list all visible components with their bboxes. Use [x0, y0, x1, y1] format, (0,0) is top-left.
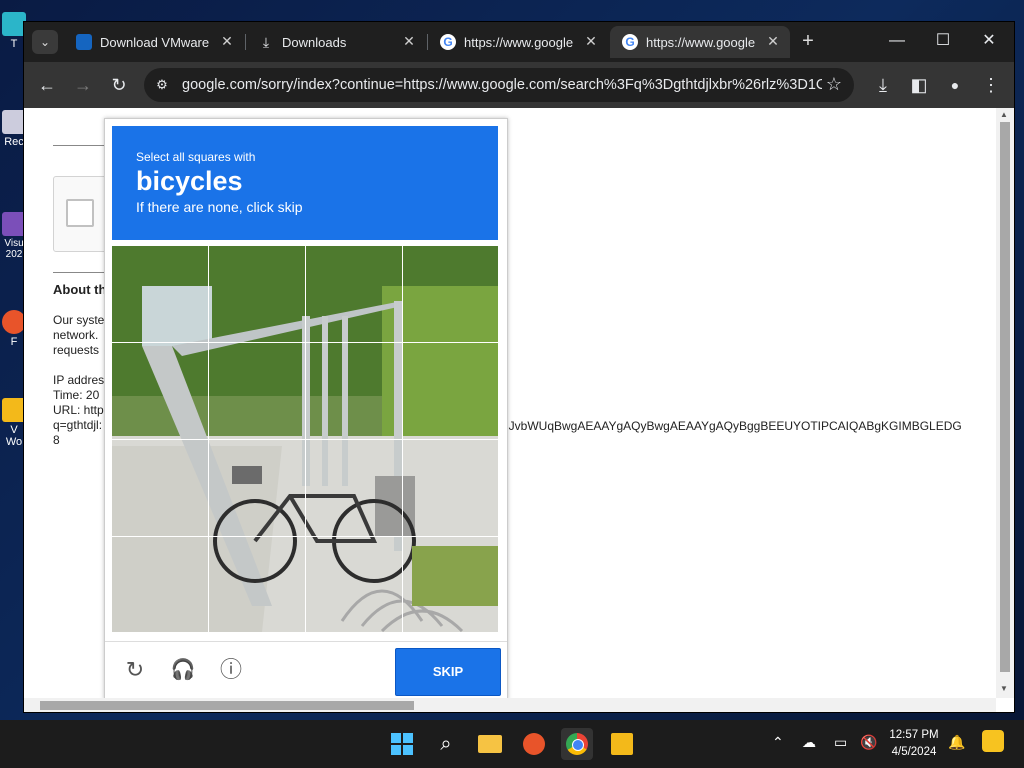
system-clock[interactable]: 12:57 PM 4/5/2024 [886, 727, 942, 761]
close-tab-icon[interactable]: ✕ [764, 32, 782, 50]
windows-taskbar: ⌕ ⌃ ☁ ▭ 🔇 12:57 PM 4/5/2024 🔔 [0, 720, 1024, 768]
recycle-bin-icon [2, 110, 26, 134]
instruction-sub: If there are none, click skip [136, 199, 303, 215]
close-tab-icon[interactable]: ✕ [218, 32, 236, 50]
side-panel-icon[interactable]: ◧ [906, 72, 932, 98]
windows-logo-icon [391, 733, 413, 755]
image-tile[interactable] [209, 440, 305, 536]
about-heading: About th [53, 282, 107, 297]
google-icon: G [440, 34, 456, 50]
reload-challenge-icon[interactable]: ↻ [121, 656, 149, 684]
back-button[interactable]: ← [34, 72, 60, 98]
bookmark-star-icon[interactable]: ☆ [826, 74, 842, 95]
vmware-workstation-icon [2, 398, 26, 422]
volume-muted-icon[interactable]: 🔇 [860, 734, 877, 751]
image-tile[interactable] [306, 343, 402, 439]
notification-bell-icon[interactable]: 🔔 [948, 734, 965, 751]
visual-studio-icon [2, 212, 26, 236]
tab-strip: ⌄ Download VMware W ✕ ⤓ Downloads ✕ G ht… [24, 22, 1014, 62]
image-tile[interactable] [403, 440, 498, 536]
challenge-header: Select all squares with bicycles If ther… [112, 126, 498, 240]
image-grid [112, 246, 498, 632]
vmware-icon [76, 34, 92, 50]
maximize-button[interactable]: ☐ [928, 28, 958, 54]
address-bar[interactable]: ⚙ google.com/sorry/index?continue=https:… [144, 68, 854, 102]
vertical-scrollbar[interactable]: ▲ ▼ [996, 108, 1014, 698]
chrome-taskbar-icon[interactable] [561, 728, 593, 760]
tab-google-active[interactable]: G https://www.google.c ✕ [610, 26, 790, 58]
image-tile[interactable] [403, 246, 498, 342]
scroll-up-arrow[interactable]: ▲ [1000, 110, 1008, 119]
reload-button[interactable]: ↻ [106, 72, 132, 98]
recaptcha-checkbox[interactable] [66, 199, 94, 227]
image-tile[interactable] [112, 537, 208, 632]
page-viewport: About th Our syste network. requests IP … [24, 108, 1014, 712]
challenge-target: bicycles [136, 166, 243, 196]
search-icon[interactable]: ⌕ [430, 728, 462, 760]
firefox-icon [2, 310, 26, 334]
forward-button[interactable]: → [70, 72, 96, 98]
url-text[interactable]: google.com/sorry/index?continue=https://… [182, 77, 822, 93]
google-icon: G [622, 34, 638, 50]
desktop-icon[interactable]: T [2, 12, 26, 50]
divider [53, 145, 105, 146]
new-tab-button[interactable]: + [796, 30, 820, 54]
image-tile[interactable] [306, 537, 402, 632]
audio-challenge-icon[interactable]: 🎧 [169, 656, 197, 684]
tab-search-button[interactable]: ⌄ [32, 30, 58, 54]
scroll-down-arrow[interactable]: ▼ [1000, 684, 1008, 693]
browser-toolbar: ← → ↻ ⚙ google.com/sorry/index?continue=… [24, 62, 1014, 108]
desktop-icon-vmware[interactable]: V Wo [2, 398, 26, 448]
request-details: IP addres Time: 20 URL: http q=gthtdjl: … [53, 373, 105, 447]
skip-button[interactable]: SKIP [395, 648, 501, 696]
desktop-icon-visual-studio[interactable]: Visu 202 [2, 212, 26, 260]
download-icon[interactable]: ⤓ [870, 72, 896, 98]
network-icon[interactable]: ▭ [834, 734, 847, 751]
vmware-taskbar-icon[interactable] [606, 728, 638, 760]
onedrive-icon[interactable]: ☁ [802, 734, 816, 751]
image-tile[interactable] [112, 440, 208, 536]
close-tab-icon[interactable]: ✕ [400, 32, 418, 50]
chrome-window: ⌄ Download VMware W ✕ ⤓ Downloads ✕ G ht… [24, 22, 1014, 712]
desktop-icon-recycle[interactable]: Rec [2, 110, 26, 148]
scroll-thumb[interactable] [40, 701, 414, 710]
profile-icon[interactable]: ● [942, 72, 968, 98]
image-tile[interactable] [209, 246, 305, 342]
chrome-menu-icon[interactable]: ⋮ [978, 72, 1004, 98]
site-settings-icon[interactable]: ⚙ [152, 75, 172, 95]
image-tile[interactable] [209, 343, 305, 439]
close-tab-icon[interactable]: ✕ [582, 32, 600, 50]
file-explorer-icon[interactable] [474, 728, 506, 760]
image-tile[interactable] [306, 246, 402, 342]
download-icon: ⤓ [262, 34, 270, 50]
copilot-icon[interactable] [982, 730, 1004, 752]
scroll-thumb[interactable] [1000, 122, 1010, 672]
image-tile[interactable] [209, 537, 305, 632]
image-tile[interactable] [112, 246, 208, 342]
minimize-button[interactable]: — [882, 28, 912, 54]
url-token-text: lJvbWUqBwgAEAAYgAQyBwgAEAAYgAQyBggBEEUYO… [506, 419, 962, 433]
folder-icon [2, 12, 26, 36]
horizontal-scrollbar[interactable] [24, 698, 996, 712]
image-tile[interactable] [403, 537, 498, 632]
desktop-icon-firefox[interactable]: F [2, 310, 26, 348]
image-tile[interactable] [112, 343, 208, 439]
firefox-icon[interactable] [518, 728, 550, 760]
tab-downloads[interactable]: ⤓ Downloads ✕ [246, 26, 426, 58]
info-icon[interactable]: ⓘ [217, 656, 245, 684]
image-tile[interactable] [306, 440, 402, 536]
divider [53, 272, 105, 273]
image-tile[interactable] [403, 343, 498, 439]
recaptcha-challenge-popup: Select all squares with bicycles If ther… [104, 118, 508, 700]
explanation-text: Our syste network. requests [53, 313, 105, 357]
start-button[interactable] [386, 728, 418, 760]
tab-google-1[interactable]: G https://www.google.c ✕ [428, 26, 608, 58]
instruction-small: Select all squares with [136, 150, 256, 164]
show-hidden-icons-chevron[interactable]: ⌃ [772, 734, 784, 751]
close-window-button[interactable]: ✕ [974, 28, 1004, 54]
challenge-footer: ↻ 🎧 ⓘ SKIP [105, 641, 507, 700]
tab-vmware-download[interactable]: Download VMware W ✕ [64, 26, 244, 58]
